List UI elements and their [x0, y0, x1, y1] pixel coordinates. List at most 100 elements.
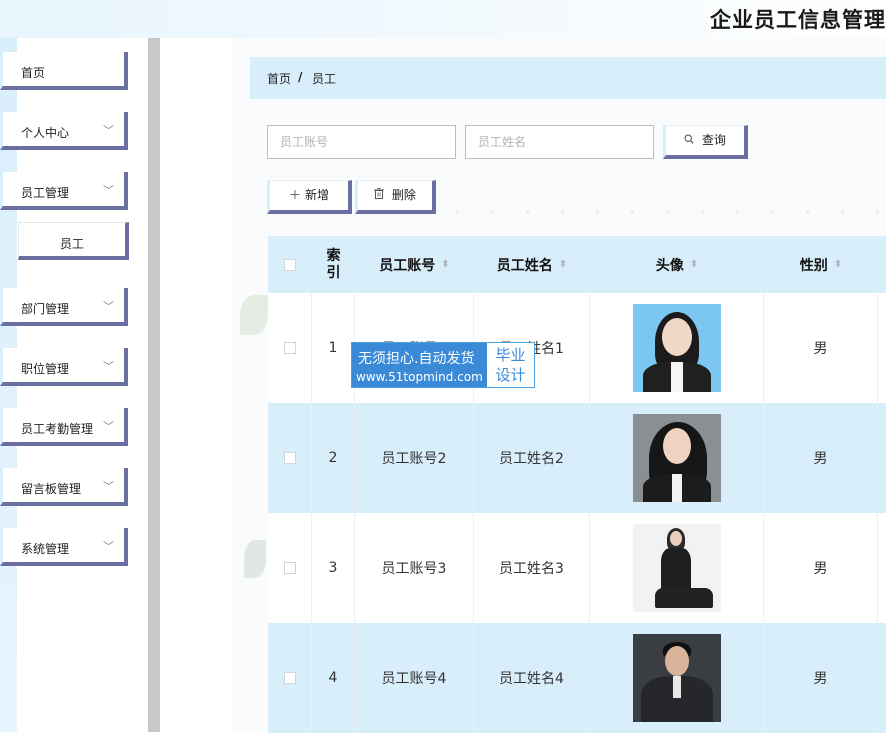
- avatar[interactable]: [632, 524, 721, 612]
- avatar[interactable]: [632, 634, 721, 722]
- sidebar-item-label: 员工管理: [21, 186, 70, 200]
- index-cell: 2: [312, 403, 355, 513]
- sidebar-item-position-management[interactable]: 职位管理 ﹀: [0, 348, 128, 386]
- search-icon: [684, 133, 698, 147]
- sidebar-item-personal-center[interactable]: 个人中心 ﹀: [0, 112, 128, 150]
- breadcrumb-home[interactable]: 首页: [267, 70, 291, 87]
- header-select-all[interactable]: [268, 236, 312, 293]
- sidebar: 首页 个人中心 ﹀ 员工管理 ﹀ 员工 部门管理 ﹀ 职位管理 ﹀ 员工考勤管理…: [0, 38, 148, 732]
- app-title: 企业员工信息管理: [710, 8, 886, 32]
- chevron-down-icon: ﹀: [103, 124, 114, 137]
- table-row[interactable]: 3 员工账号3 员工姓名3 男: [268, 513, 886, 623]
- sort-icon[interactable]: ⬍: [834, 259, 842, 270]
- header-name-label: 员工姓名: [496, 257, 553, 274]
- sidebar-item-home[interactable]: 首页: [0, 52, 128, 90]
- sidebar-item-message-board[interactable]: 留言板管理 ﹀: [0, 468, 128, 506]
- sort-icon[interactable]: ⬍: [441, 259, 449, 270]
- row-select-cell[interactable]: [268, 293, 312, 403]
- chevron-down-icon: ﹀: [103, 420, 114, 433]
- content-margin: [160, 38, 232, 732]
- row-select-cell[interactable]: [268, 403, 312, 513]
- row-select-cell[interactable]: [268, 623, 312, 733]
- avatar[interactable]: [632, 304, 721, 392]
- header-account-label: 员工账号: [379, 257, 436, 274]
- header-account[interactable]: 员工账号 ⬍: [355, 236, 474, 293]
- sidebar-item-label: 员工考勤管理: [21, 422, 94, 436]
- header-avatar-label: 头像: [655, 257, 684, 274]
- avatar-cell: [590, 623, 764, 733]
- sidebar-item-label: 部门管理: [21, 302, 70, 316]
- sidebar-item-system-management[interactable]: 系统管理 ﹀: [0, 528, 128, 566]
- sidebar-scrollbar[interactable]: [148, 38, 160, 732]
- sidebar-item-label: 系统管理: [21, 542, 70, 556]
- select-all-checkbox[interactable]: [284, 258, 296, 271]
- breadcrumb-current: 员工: [312, 72, 337, 86]
- sort-icon[interactable]: ⬍: [559, 259, 567, 270]
- header-avatar[interactable]: 头像 ⬍: [590, 236, 764, 293]
- delete-button[interactable]: 删除: [355, 180, 436, 214]
- breadcrumb: 首页 / 员工: [250, 57, 886, 99]
- row-checkbox[interactable]: [283, 452, 296, 464]
- name-cell: 员工姓名2: [474, 403, 590, 513]
- header-gender[interactable]: 性别 ⬍: [764, 236, 878, 293]
- chevron-down-icon: ﹀: [103, 480, 114, 493]
- delete-button-label: 删除: [391, 188, 416, 202]
- chevron-down-icon: ﹀: [103, 184, 114, 197]
- row-checkbox[interactable]: [283, 342, 296, 354]
- avatar-cell: [590, 513, 764, 623]
- table-row[interactable]: 4 员工账号4 员工姓名4 男: [268, 623, 886, 733]
- row-checkbox[interactable]: [283, 672, 296, 684]
- trash-icon: [374, 188, 388, 202]
- row-select-cell[interactable]: [268, 513, 312, 623]
- add-button-label: 新增: [305, 188, 330, 202]
- decorative-leaf: [240, 295, 268, 335]
- employee-account-input[interactable]: [267, 125, 456, 159]
- sidebar-item-employee-management[interactable]: 员工管理 ﹀: [0, 172, 128, 210]
- header-gender-label: 性别: [799, 257, 828, 274]
- chevron-down-icon: ﹀: [103, 540, 114, 553]
- watermark-right: 毕业设计: [495, 346, 526, 384]
- header-index: 索 引: [326, 247, 341, 281]
- account-cell: 员工账号4: [355, 623, 474, 733]
- row-checkbox[interactable]: [283, 562, 296, 574]
- watermark-left: 无须担心.自动发货 www.51topmind.com: [352, 343, 487, 387]
- sidebar-item-attendance-management[interactable]: 员工考勤管理 ﹀: [0, 408, 128, 446]
- index-cell: 3: [312, 513, 355, 623]
- header-name[interactable]: 员工姓名 ⬍: [474, 236, 590, 293]
- sort-icon[interactable]: ⬍: [690, 259, 698, 270]
- decorative-leaf: [244, 540, 266, 578]
- account-cell: 员工账号2: [355, 403, 474, 513]
- add-button[interactable]: ＋ 新增: [267, 180, 352, 214]
- account-cell: 员工账号3: [355, 513, 474, 623]
- sidebar-item-label: 首页: [21, 66, 46, 80]
- employee-name-input[interactable]: [465, 125, 654, 159]
- watermark-line1: 无须担心.自动发货: [358, 351, 475, 367]
- table-header: 索 引 员工账号 ⬍ 员工姓名 ⬍ 头像 ⬍ 性别 ⬍: [268, 236, 886, 293]
- watermark-line2: www.51topmind.com: [356, 370, 483, 384]
- chevron-down-icon: ﹀: [103, 360, 114, 373]
- search-button-label: 查询: [701, 133, 726, 147]
- sidebar-item-department-management[interactable]: 部门管理 ﹀: [0, 288, 128, 326]
- chevron-down-icon: ﹀: [103, 300, 114, 313]
- sidebar-subitem-employee[interactable]: 员工: [18, 222, 129, 260]
- table-row[interactable]: 2 员工账号2 员工姓名2 男: [268, 403, 886, 513]
- top-header: 企业员工信息管理: [0, 0, 886, 38]
- sidebar-item-label: 留言板管理: [21, 482, 82, 496]
- watermark-banner: 无须担心.自动发货 www.51topmind.com 毕业设计: [351, 342, 535, 388]
- gender-cell: 男: [764, 623, 878, 733]
- sidebar-item-label: 个人中心: [21, 126, 70, 140]
- sidebar-item-label: 员工: [59, 237, 84, 251]
- avatar[interactable]: [632, 414, 721, 502]
- avatar-cell: [590, 403, 764, 513]
- decorative-dots: [440, 210, 886, 214]
- plus-icon: ＋: [288, 188, 301, 202]
- gender-cell: 男: [764, 513, 878, 623]
- index-cell: 4: [312, 623, 355, 733]
- name-cell: 员工姓名4: [474, 623, 590, 733]
- gender-cell: 男: [764, 403, 878, 513]
- breadcrumb-separator: /: [298, 70, 303, 84]
- gender-cell: 男: [764, 293, 878, 403]
- search-button[interactable]: 查询: [663, 125, 748, 159]
- avatar-cell: [590, 293, 764, 403]
- sidebar-item-label: 职位管理: [21, 362, 70, 376]
